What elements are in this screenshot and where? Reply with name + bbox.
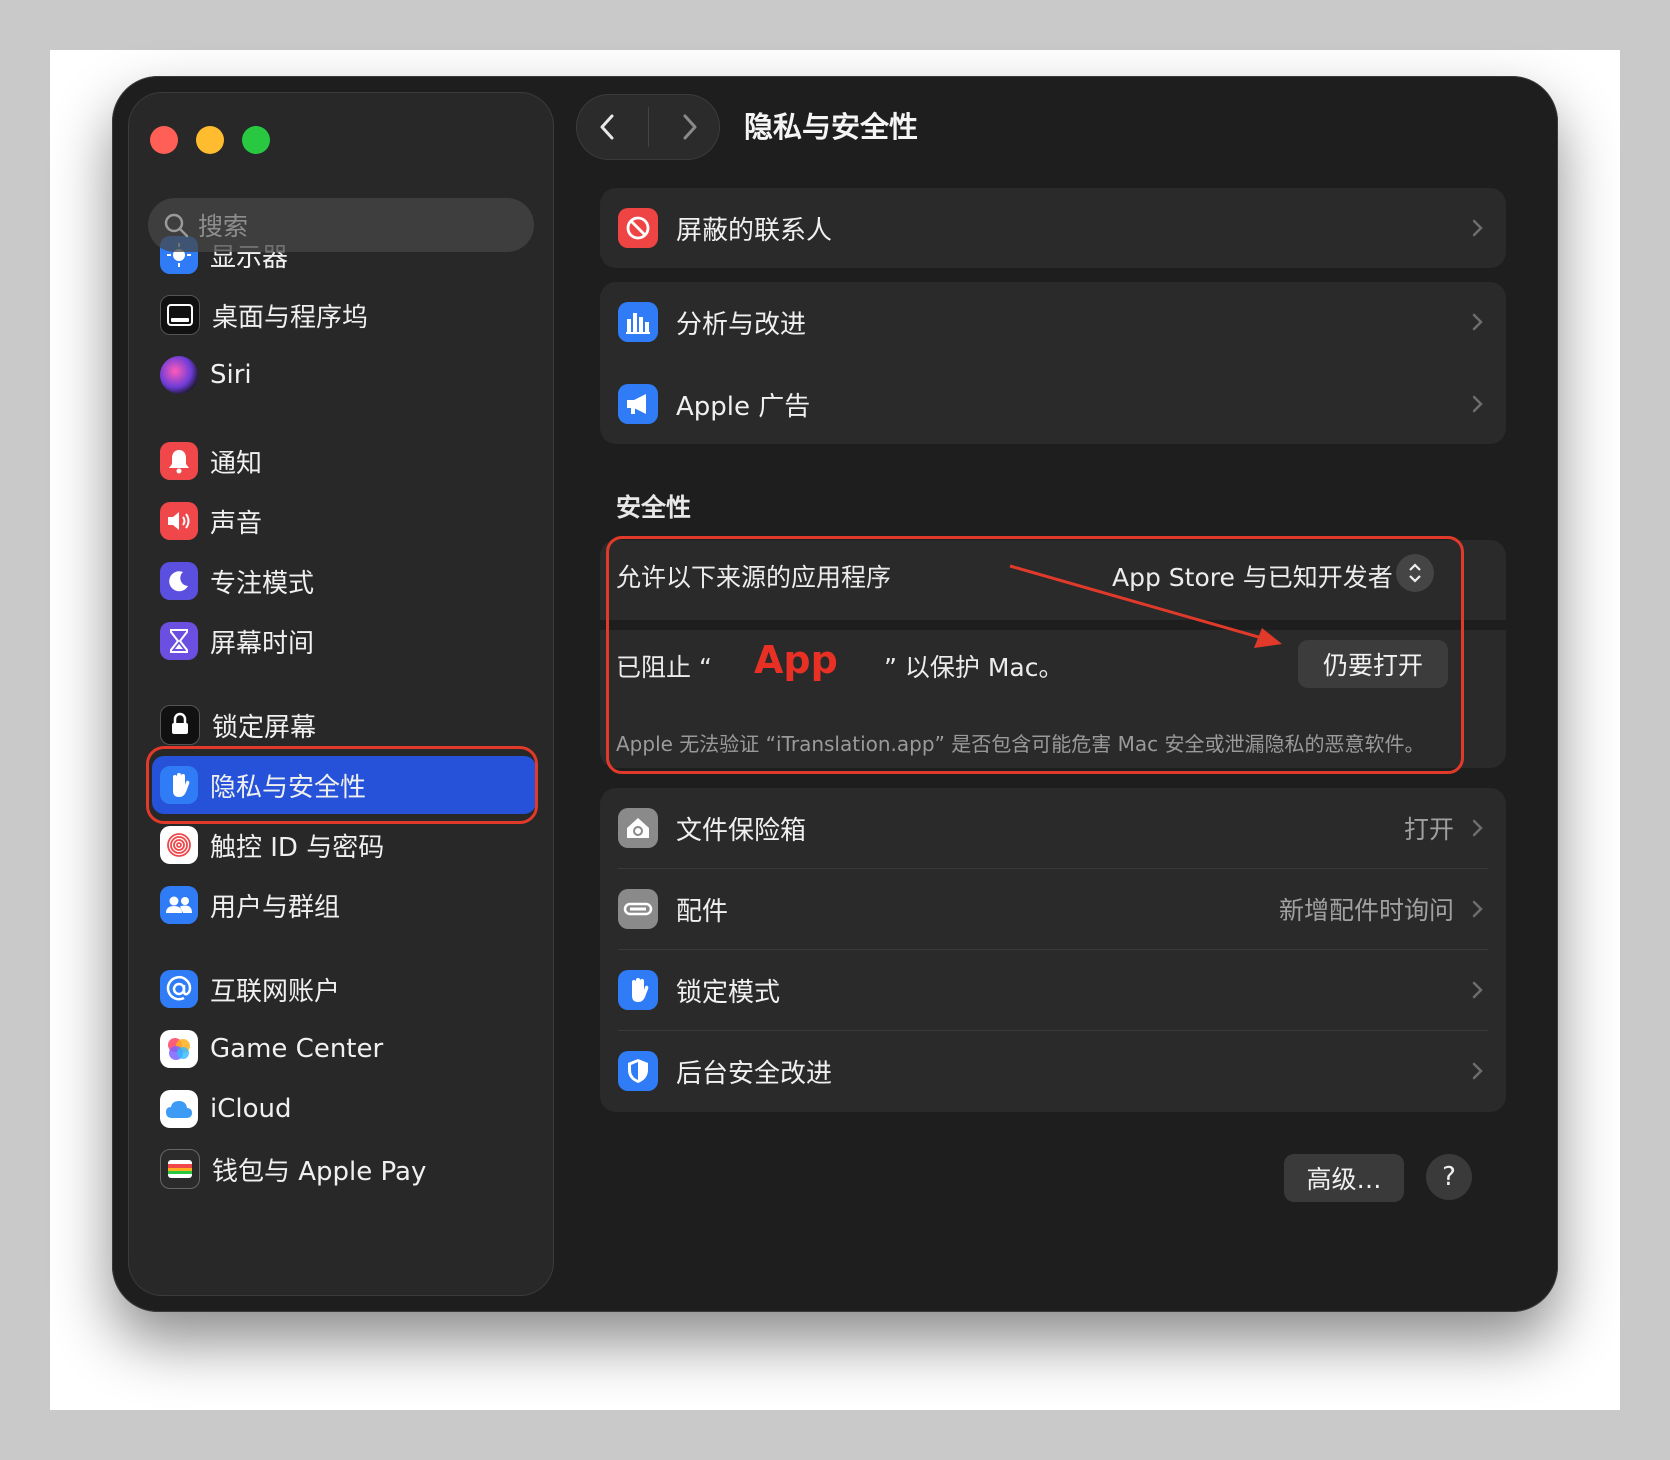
security-options-card: 文件保险箱 打开 配件 新增配件时询问 锁定模式 后台安全改进 (600, 788, 1506, 1112)
annotation-arrow (1009, 564, 1282, 648)
chevron-right-icon (1472, 900, 1483, 918)
chevron-right-icon (1472, 819, 1483, 837)
search-input[interactable]: 搜索 (148, 198, 534, 252)
hand-icon (618, 970, 658, 1010)
advanced-button[interactable]: 高级… (1284, 1154, 1404, 1202)
settings-window: 搜索 显示器 桌面与程序坞 Siri 通知 声音 专注模式 屏幕时间 锁定屏幕 … (112, 76, 1558, 1312)
shield-icon (618, 1051, 658, 1091)
background-security-row[interactable]: 后台安全改进 (600, 1031, 1506, 1111)
search-icon (164, 213, 189, 238)
accessories-row[interactable]: 配件 新增配件时询问 (600, 869, 1506, 949)
chevron-right-icon (1472, 981, 1483, 999)
accessory-icon (618, 889, 658, 929)
chevron-right-icon (1472, 1062, 1483, 1080)
lockdown-mode-row[interactable]: 锁定模式 (600, 950, 1506, 1030)
filevault-row[interactable]: 文件保险箱 打开 (600, 788, 1506, 868)
vault-icon (618, 808, 658, 848)
help-button[interactable]: ? (1426, 1154, 1472, 1200)
search-placeholder: 搜索 (198, 212, 249, 241)
